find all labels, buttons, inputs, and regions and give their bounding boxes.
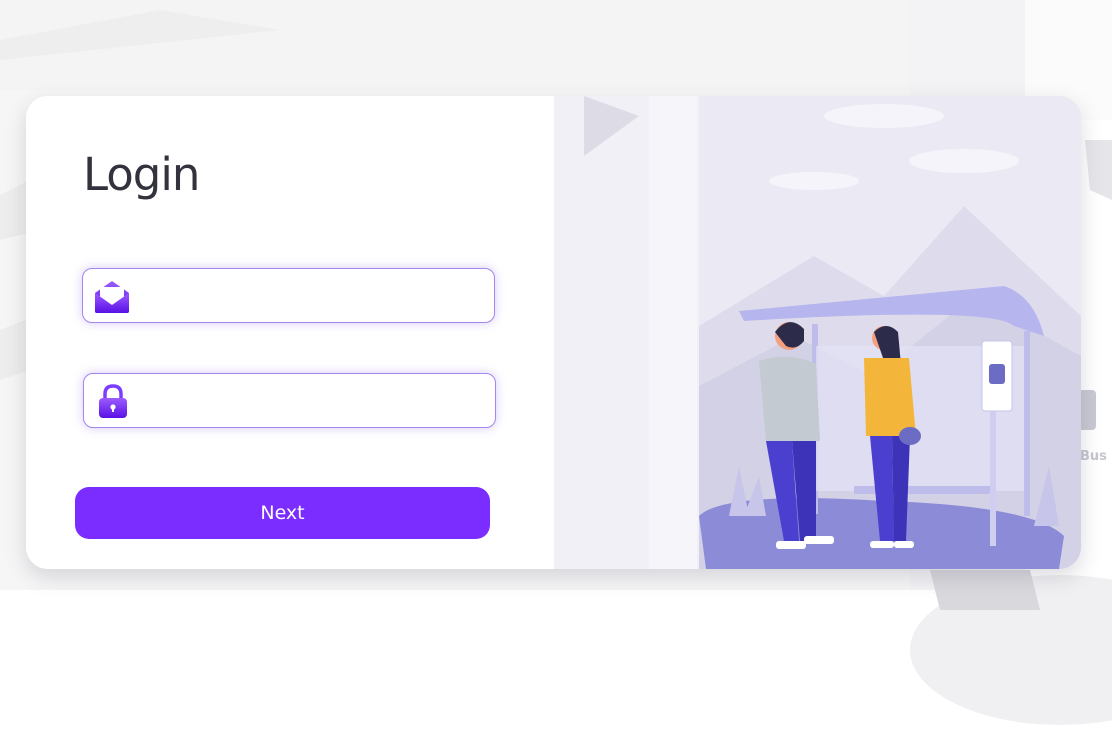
email-field[interactable]	[82, 268, 495, 323]
password-input[interactable]	[132, 374, 495, 427]
lock-icon	[94, 382, 132, 420]
login-card: Login Next	[26, 96, 1081, 569]
bus-stop-illustration	[554, 96, 1081, 569]
password-field[interactable]	[83, 373, 496, 428]
email-input[interactable]	[131, 269, 494, 322]
login-form: Login Next	[26, 96, 554, 569]
envelope-icon	[93, 277, 131, 315]
bus-sign-bg-text: Bus	[1080, 449, 1107, 464]
page-title: Login	[83, 148, 200, 201]
next-button[interactable]: Next	[75, 487, 490, 539]
